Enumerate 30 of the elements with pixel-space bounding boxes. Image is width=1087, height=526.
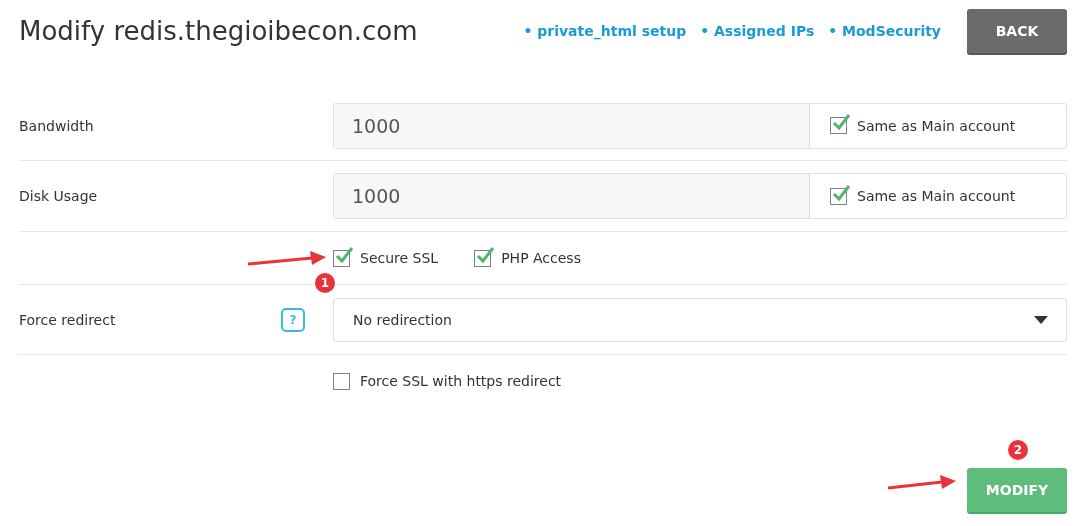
checkbox[interactable]: [474, 249, 492, 267]
check-icon: [832, 183, 852, 202]
check-icon: [335, 245, 355, 264]
check-icon: [832, 113, 852, 131]
redirect-select[interactable]: No redirection: [333, 297, 1067, 342]
checkbox-label: Force SSL with https redirect: [360, 373, 562, 389]
checkbox[interactable]: [333, 372, 350, 390]
checkbox[interactable]: [830, 187, 847, 205]
field-label: Force redirect: [19, 311, 116, 328]
field-label: Disk Usage: [19, 188, 99, 204]
checkbox-label: Secure SSL: [360, 250, 439, 266]
checkbox-label: Same as Main account: [857, 188, 1016, 204]
step-badge: 2: [1008, 440, 1028, 460]
back-button[interactable]: BACK: [967, 9, 1067, 53]
checkbox-label: Same as Main account: [857, 117, 1016, 134]
caret-icon: [1034, 315, 1048, 324]
page-title: Modify redis.thegioibecon.com: [19, 16, 419, 46]
nav-link[interactable]: • ModSecurity: [828, 23, 941, 39]
step-badge: 1: [315, 273, 335, 293]
nav-link[interactable]: • private_html setup: [523, 23, 687, 39]
input-field[interactable]: 1000: [334, 103, 810, 148]
nav-link[interactable]: • Assigned IPs: [700, 23, 815, 39]
checkbox-label: PHP Access: [501, 250, 581, 266]
checkbox[interactable]: [333, 249, 350, 267]
field-label: Bandwidth: [19, 117, 95, 134]
help-icon[interactable]: ?: [281, 307, 305, 332]
check-icon: [476, 245, 497, 264]
input-field[interactable]: 1000: [334, 174, 810, 218]
checkbox[interactable]: [830, 117, 847, 134]
modify-button[interactable]: MODIFY: [967, 468, 1067, 512]
